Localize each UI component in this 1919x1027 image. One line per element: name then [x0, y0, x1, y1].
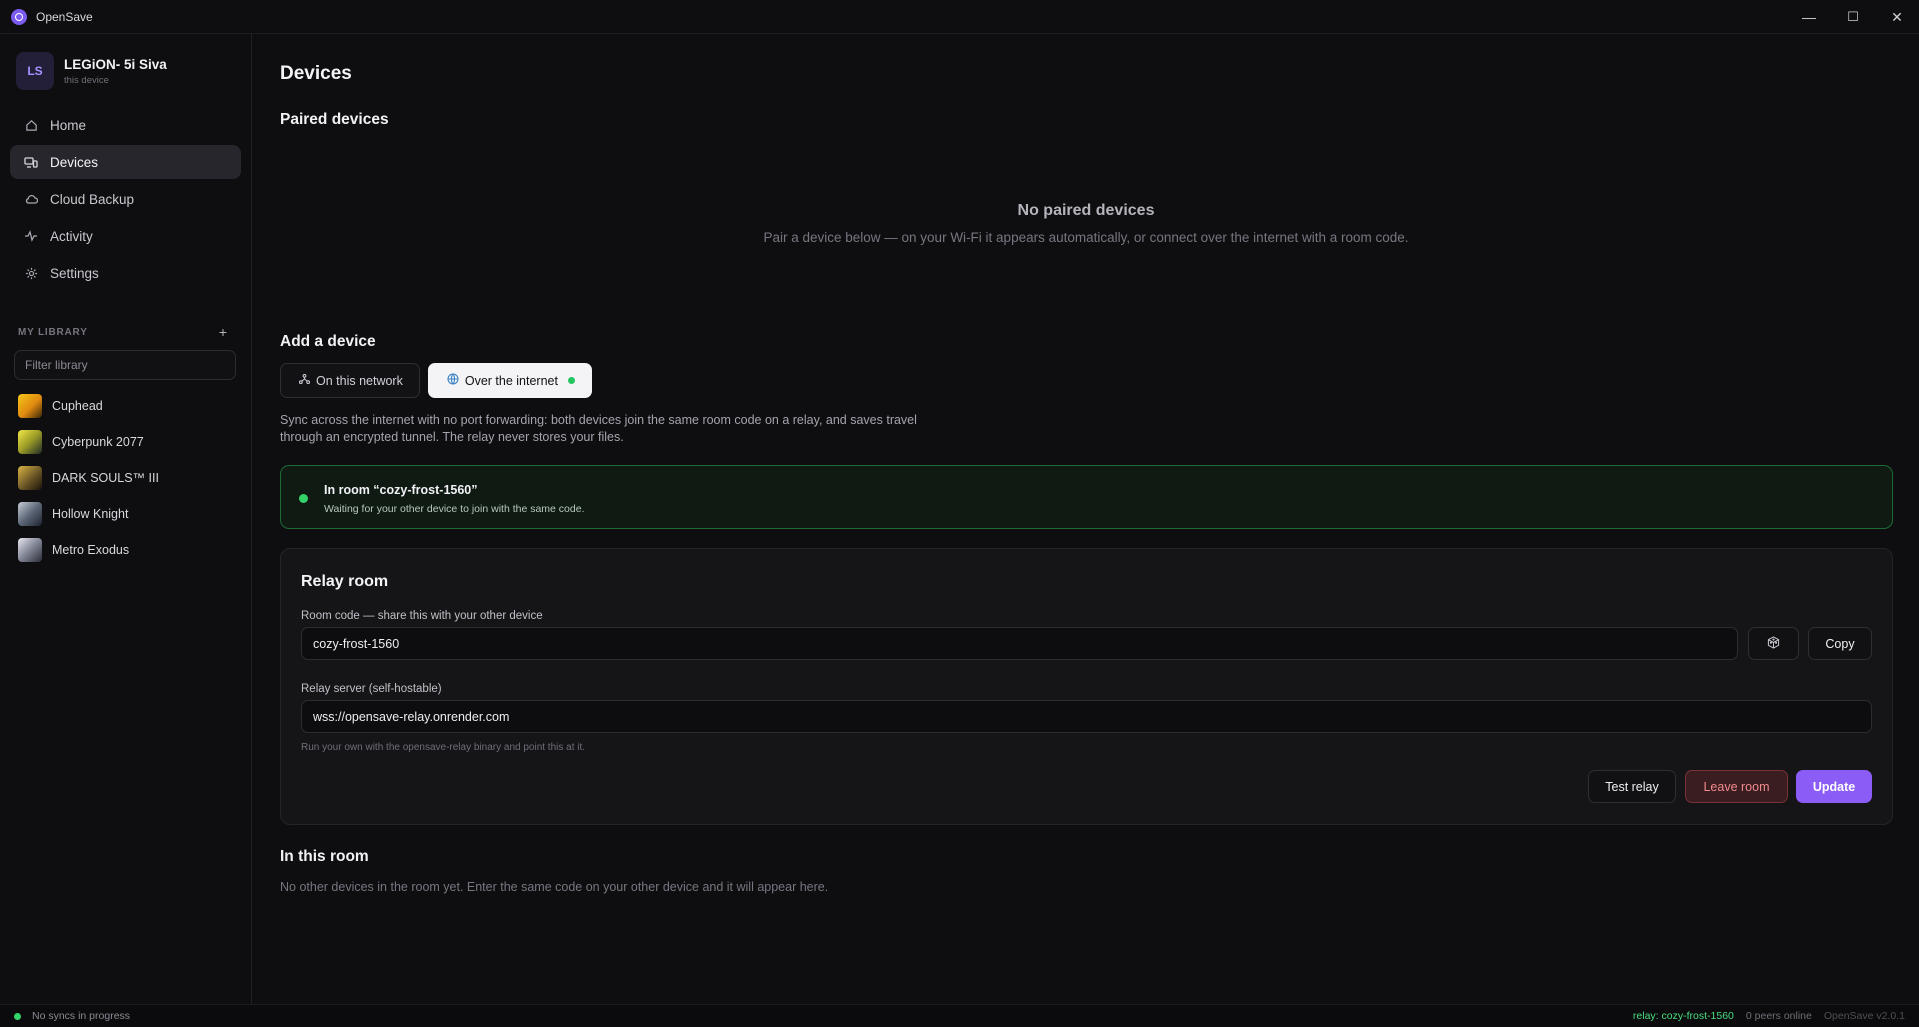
avatar: LS [16, 52, 54, 90]
library-filter-input[interactable] [14, 350, 236, 380]
app-title: OpenSave [36, 9, 93, 24]
peers-online-text: 0 peers online [1745, 1010, 1812, 1022]
sidebar: LS LEGiON- 5i Siva this device Home Devi… [0, 34, 252, 1004]
gear-icon [24, 266, 38, 280]
game-item-hollow-knight[interactable]: Hollow Knight [0, 496, 251, 532]
main-content: Devices Paired devices No paired devices… [253, 34, 1919, 1004]
sidebar-item-label: Settings [50, 265, 99, 281]
sidebar-item-devices[interactable]: Devices [10, 145, 241, 179]
test-relay-button[interactable]: Test relay [1588, 770, 1676, 803]
library-title: MY LIBRARY [18, 326, 88, 338]
add-device-heading: Add a device [280, 333, 376, 350]
game-thumbnail [18, 394, 42, 418]
sidebar-item-home[interactable]: Home [10, 108, 241, 142]
room-empty-message: No other devices in the room yet. Enter … [280, 880, 829, 894]
game-name: Metro Exodus [52, 543, 130, 557]
update-button[interactable]: Update [1796, 770, 1872, 803]
device-subtitle: this device [64, 74, 109, 86]
device-name: LEGiON- 5i Siva [64, 56, 167, 72]
cloud-icon [24, 192, 38, 206]
sync-status-dot-icon [14, 1012, 21, 1020]
page-title: Devices [280, 63, 352, 84]
no-paired-subtitle: Pair a device below — on your Wi-Fi it a… [763, 230, 1409, 245]
room-code-field[interactable]: cozy-frost-1560 [301, 627, 1738, 660]
room-status-banner: In room “cozy-frost-1560” Waiting for yo… [280, 465, 1893, 529]
paired-devices-heading: Paired devices [280, 111, 389, 128]
room-code-label: Room code — share this with your other d… [301, 610, 543, 622]
this-device-card: LS LEGiON- 5i Siva this device [0, 34, 251, 104]
sidebar-item-label: Cloud Backup [50, 191, 135, 207]
leave-room-button[interactable]: Leave room [1685, 770, 1788, 803]
globe-icon [447, 373, 459, 388]
game-thumbnail [18, 430, 42, 454]
game-name: Cyberpunk 2077 [52, 435, 144, 449]
game-thumbnail [18, 466, 42, 490]
internet-sync-description: Sync across the internet with no port fo… [280, 413, 917, 444]
window-controls: — ☐ ✕ [1787, 0, 1919, 34]
relay-server-label: Relay server (self-hostable) [301, 683, 442, 695]
sidebar-item-label: Home [50, 117, 87, 133]
tab-over-the-internet[interactable]: Over the internet [427, 363, 592, 398]
activity-icon [24, 229, 38, 243]
relay-server-field[interactable]: wss://opensave-relay.onrender.com [301, 700, 1872, 733]
dice-icon [1767, 635, 1780, 652]
game-name: Hollow Knight [52, 507, 129, 521]
copy-button[interactable]: Copy [1808, 627, 1872, 660]
game-name: Cuphead [52, 399, 103, 413]
room-status-subtitle: Waiting for your other device to join wi… [324, 503, 585, 515]
tab-label: On this network [316, 373, 403, 388]
relay-room-card: Relay room Room code — share this with y… [280, 548, 1893, 825]
add-device-tabs: On this network Over the internet [280, 363, 600, 398]
status-bar: No syncs in progress relay: cozy-frost-1… [0, 1004, 1919, 1027]
tab-label: Over the internet [464, 373, 558, 388]
game-thumbnail [18, 538, 42, 562]
sidebar-item-label: Devices [50, 154, 99, 170]
add-game-button[interactable]: + [219, 324, 227, 340]
randomize-code-button[interactable] [1748, 627, 1799, 660]
game-name: DARK SOULS™ III [52, 471, 159, 485]
app-logo-icon [11, 8, 27, 25]
relay-hint: Run your own with the opensave-relay bin… [301, 742, 586, 753]
minimize-button[interactable]: — [1787, 0, 1831, 34]
relay-server-value: wss://opensave-relay.onrender.com [313, 709, 510, 724]
close-button[interactable]: ✕ [1875, 0, 1919, 34]
status-dot-icon [299, 494, 308, 503]
sidebar-item-activity[interactable]: Activity [10, 219, 241, 253]
game-list: Cuphead Cyberpunk 2077 DARK SOULS™ III H… [0, 388, 251, 568]
relay-status-text: relay: cozy-frost-1560 [1632, 1010, 1734, 1022]
game-item-metro-exodus[interactable]: Metro Exodus [0, 532, 251, 568]
room-code-value: cozy-frost-1560 [313, 636, 400, 651]
connected-dot-icon [567, 377, 575, 384]
devices-icon [24, 155, 38, 169]
relay-room-heading: Relay room [301, 573, 389, 590]
sidebar-item-label: Activity [50, 228, 93, 244]
game-item-dark-souls-iii[interactable]: DARK SOULS™ III [0, 460, 251, 496]
room-status-title: In room “cozy-frost-1560” [324, 483, 478, 497]
game-thumbnail [18, 502, 42, 526]
maximize-button[interactable]: ☐ [1831, 0, 1875, 34]
network-icon [298, 373, 311, 387]
no-paired-title: No paired devices [1017, 202, 1155, 219]
title-bar: OpenSave — ☐ ✕ [0, 0, 1919, 34]
app-version-text: OpenSave v2.0.1 [1823, 1010, 1905, 1022]
home-icon [24, 118, 38, 132]
sidebar-item-cloud-backup[interactable]: Cloud Backup [10, 182, 241, 216]
game-item-cyberpunk-2077[interactable]: Cyberpunk 2077 [0, 424, 251, 460]
sidebar-nav: Home Devices Cloud Backup Activity Setti… [0, 108, 251, 290]
library-header: MY LIBRARY + [0, 324, 251, 340]
sync-status-text: No syncs in progress [32, 1010, 131, 1022]
game-item-cuphead[interactable]: Cuphead [0, 388, 251, 424]
sidebar-item-settings[interactable]: Settings [10, 256, 241, 290]
tab-on-this-network[interactable]: On this network [280, 363, 420, 398]
in-this-room-heading: In this room [280, 848, 369, 865]
